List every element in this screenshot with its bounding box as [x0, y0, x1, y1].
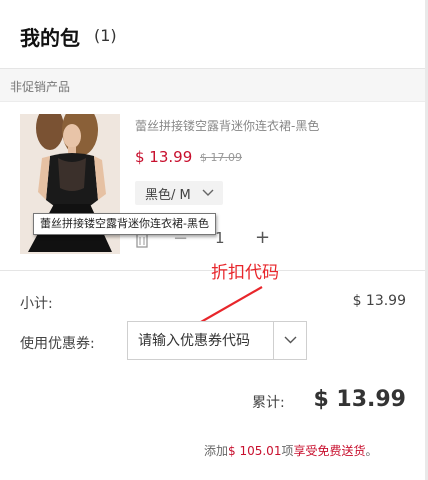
variant-selector[interactable]: 黑色/ M	[135, 181, 223, 205]
product-name-tooltip: 蕾丝拼接镂空露背迷你连衣裙-黑色	[33, 213, 216, 235]
section-label: 非促销产品	[10, 80, 71, 94]
shipping-end: 。	[365, 444, 378, 458]
free-shipping-text: 享受免费送货	[293, 444, 366, 458]
coupon-field	[127, 321, 307, 360]
shipping-amount: $ 105.01	[228, 444, 282, 458]
item-count: (1)	[94, 26, 117, 45]
total-label: 累计:	[252, 395, 285, 411]
free-shipping-notice: 添加$ 105.01项享受免费送货。	[204, 442, 378, 459]
shipping-middle: 项	[281, 444, 294, 458]
annotation-label: 折扣代码	[211, 263, 279, 283]
dropdown-chevron-icon	[284, 336, 297, 344]
section-header: 非促销产品	[0, 68, 425, 102]
quantity-value: 1	[215, 229, 225, 247]
shipping-prefix: 添加	[204, 444, 229, 458]
subtotal-label: 小计:	[20, 296, 53, 312]
product-price: $ 13.99	[135, 148, 193, 166]
page-title: 我的包	[20, 26, 80, 50]
coupon-label: 使用优惠券:	[20, 336, 95, 352]
total-value: $ 13.99	[313, 387, 406, 412]
variant-label: 黑色/ M	[145, 188, 191, 203]
subtotal-value: $ 13.99	[352, 293, 406, 309]
product-name[interactable]: 蕾丝拼接镂空露背迷你连衣裙-黑色	[135, 117, 319, 134]
bag-header: 我的包 (1)	[0, 0, 425, 68]
coupon-dropdown-button[interactable]	[273, 322, 306, 359]
product-old-price: $ 17.09	[200, 151, 242, 164]
plus-icon[interactable]: +	[255, 227, 270, 248]
chevron-down-icon	[202, 186, 214, 202]
coupon-input[interactable]	[128, 322, 273, 359]
